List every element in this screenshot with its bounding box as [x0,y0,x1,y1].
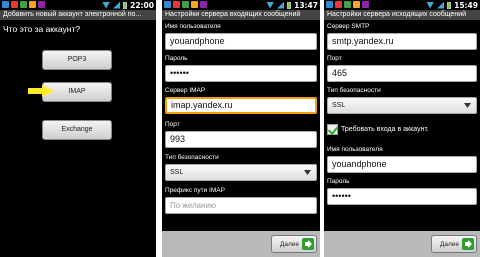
notification-icons [326,1,369,8]
incoming-settings-form: Имя пользователя youandphone Пароль ••••… [162,20,320,231]
notification-icon [11,1,18,8]
security-type-value: SSL [332,102,346,109]
username-field[interactable]: youandphone [327,156,477,173]
battery-icon [447,1,452,9]
password-field[interactable]: •••••• [165,65,317,82]
pop3-button[interactable]: POP3 [42,50,112,70]
next-arrow-icon [302,238,314,250]
notification-icon [353,1,360,8]
screen-title: Настройки сервера входящих сообщений [162,10,320,20]
notification-icon [173,1,180,8]
phone-screen-outgoing-server: 15:49 Настройки сервера исходящих сообще… [324,0,480,257]
notification-icon [2,1,9,8]
next-button-label: Далее [279,240,299,248]
screen-title: Добавить новый аккаунт электронной по... [0,10,156,20]
security-type-label: Тип безопасности [327,87,381,94]
security-type-value: SSL [170,169,184,176]
battery-icon [123,1,128,9]
clock: 22:00 [130,0,154,10]
dropdown-arrow-icon [304,170,311,175]
signal-icon [113,1,121,9]
notification-icon [344,1,351,8]
username-field[interactable]: youandphone [165,33,317,50]
notification-icon [191,1,198,8]
wifi-icon [426,1,435,9]
password-label: Пароль [165,55,188,62]
port-label: Порт [165,121,180,128]
notification-icon [200,1,207,8]
wifi-icon [266,1,275,9]
next-button[interactable]: Далее [431,235,477,253]
bottom-bar: Далее [162,231,320,257]
password-field[interactable]: •••••• [327,188,477,205]
next-arrow-icon [462,238,474,250]
notification-icons [164,1,207,8]
port-label: Порт [327,55,342,62]
wifi-icon [102,1,111,9]
outgoing-settings-form: Сервер SMTP smtp.yandex.ru Порт 465 Тип … [324,20,480,231]
imap-prefix-field[interactable]: По желанию [165,197,317,214]
imap-server-label: Сервер IMAP [165,87,206,94]
notification-icon [164,1,171,8]
notification-icon [20,1,27,8]
username-label: Имя пользователя [165,23,221,30]
next-button[interactable]: Далее [271,235,317,253]
status-bar: 15:49 [324,0,480,10]
require-signin-row[interactable]: Требовать входа в аккаунт. [327,124,429,135]
security-type-select[interactable]: SSL [165,164,317,181]
screen-title: Настройки сервера исходящих сообщений [324,10,480,20]
phone-screen-incoming-server: 13:47 Настройки сервера входящих сообщен… [162,0,320,257]
security-type-select[interactable]: SSL [327,97,477,114]
battery-icon [287,1,292,9]
smtp-server-label: Сервер SMTP [327,23,370,30]
notification-icon [29,1,36,8]
imap-server-field[interactable]: imap.yandex.ru [165,97,317,114]
smtp-server-field[interactable]: smtp.yandex.ru [327,33,477,50]
password-label: Пароль [327,178,350,185]
require-signin-checkbox[interactable] [327,124,338,135]
bottom-bar: Далее [324,231,480,257]
username-label: Имя пользователя [327,146,383,153]
port-field[interactable]: 465 [327,65,477,82]
status-bar: 13:47 [162,0,320,10]
next-button-label: Далее [439,240,459,248]
notification-icons [2,1,45,8]
notification-icon [182,1,189,8]
signal-icon [277,1,285,9]
notification-icon [38,1,45,8]
notification-icon [335,1,342,8]
status-bar: 22:00 [0,0,156,10]
exchange-button[interactable]: Exchange [42,120,112,140]
port-field[interactable]: 993 [165,131,317,148]
notification-icon [362,1,369,8]
notification-icon [326,1,333,8]
clock: 13:47 [294,0,318,10]
require-signin-label: Требовать входа в аккаунт. [341,126,429,133]
highlight-arrow-icon [28,85,54,97]
signal-icon [437,1,445,9]
security-type-label: Тип безопасности [165,154,219,161]
clock: 15:49 [454,0,478,10]
dropdown-arrow-icon [464,103,471,108]
imap-prefix-label: Префикс пути IMAP [165,187,225,194]
account-type-question: Что это за аккаунт? [3,24,81,34]
phone-screen-account-type: 22:00 Добавить новый аккаунт электронной… [0,0,156,257]
